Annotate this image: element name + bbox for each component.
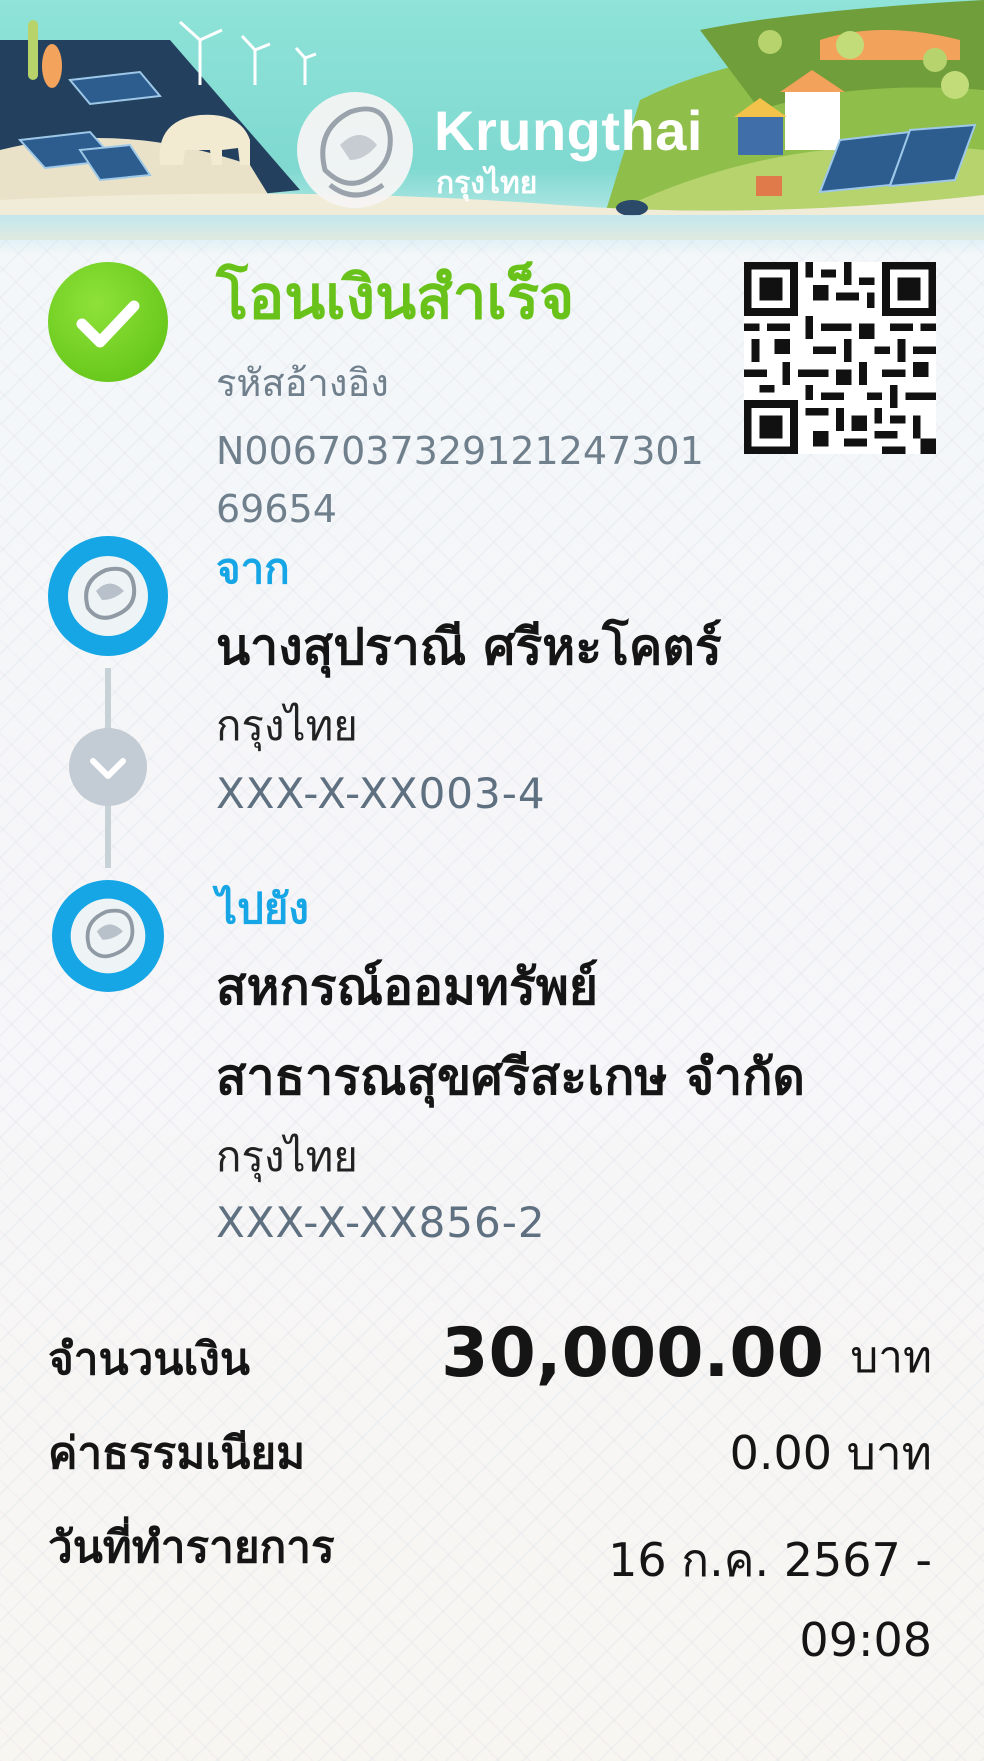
krungthai-logo-icon	[52, 880, 164, 992]
amount-unit: บาท	[850, 1332, 932, 1383]
to-label: ไปยัง	[216, 884, 309, 933]
page-title: โอนเงินสำเร็จ	[216, 263, 575, 333]
krungthai-logo-icon	[48, 536, 168, 656]
check-circle-icon	[48, 262, 168, 382]
from-label: จาก	[216, 544, 290, 593]
brand-name: Krungthai	[434, 99, 703, 162]
transaction-date: 16 ก.ค. 2567 - 09:08	[608, 1533, 932, 1667]
amount-label: จำนวนเงิน	[48, 1334, 250, 1385]
from-name: นางสุปราณี ศรีหะโคตร์	[216, 618, 722, 676]
to-bank: กรุงไทย	[216, 1132, 358, 1181]
brand-name-thai: กรุงไทย	[436, 166, 538, 201]
fee-label: ค่าธรรมเนียม	[48, 1428, 306, 1479]
to-name-line2: สาธารณสุขศรีสะเกษ จำกัด	[216, 1048, 805, 1106]
to-account: XXX-X-XX856-2	[216, 1198, 546, 1247]
reference-label: รหัสอ้างอิง	[216, 361, 389, 405]
from-account: XXX-X-XX003-4	[216, 769, 546, 818]
date-label: วันที่ทำรายการ	[48, 1522, 335, 1573]
header-banner: Krungthai กรุงไทย	[0, 0, 984, 240]
qr-code-icon[interactable]	[744, 262, 936, 454]
banner-fade	[0, 215, 984, 255]
amount-value: 30,000.00	[441, 1314, 824, 1393]
fee-value: 0.00 บาท	[729, 1426, 932, 1480]
chevron-down-icon	[69, 728, 147, 806]
reference-value: N0067037329121247301 69654	[216, 429, 704, 531]
to-name-line1: สหกรณ์ออมทรัพย์	[216, 958, 599, 1016]
from-bank: กรุงไทย	[216, 701, 358, 750]
